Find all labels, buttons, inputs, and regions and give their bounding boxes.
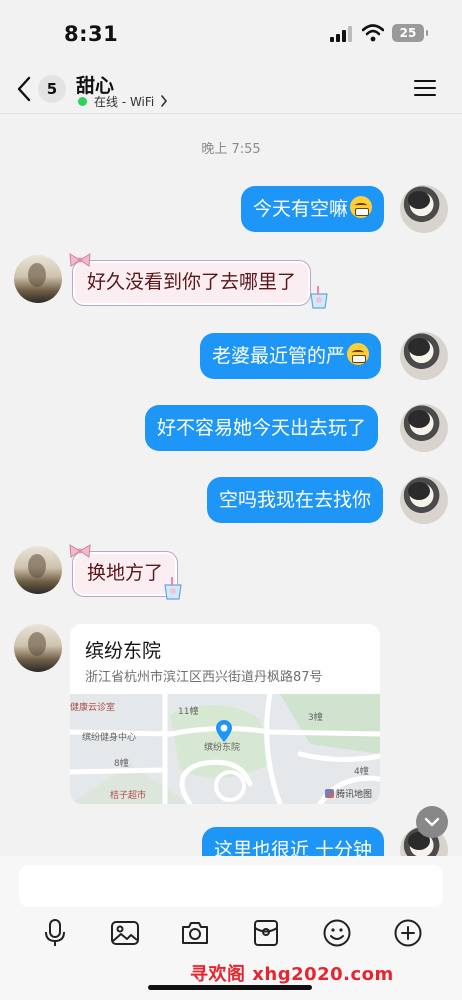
- outgoing-message-bubble[interactable]: 老婆最近管的严: [200, 333, 382, 379]
- message-text: 好不容易她今天出去玩了: [157, 417, 367, 439]
- menu-icon[interactable]: [414, 78, 436, 98]
- emoji-icon[interactable]: [322, 918, 352, 948]
- bow-decoration-icon: [69, 544, 91, 558]
- contact-avatar[interactable]: [14, 255, 62, 303]
- my-avatar[interactable]: [400, 332, 448, 380]
- bow-decoration-icon: [69, 253, 91, 267]
- location-pin-icon: [216, 720, 232, 742]
- map-label: 3幢: [308, 713, 323, 723]
- scroll-to-bottom-button[interactable]: [416, 806, 448, 838]
- location-map[interactable]: 健康云诊室 11幢 3幢 缤纷健身中心 缤纷东院 8幢 4幢 桔子超市 腾讯地图: [70, 691, 380, 804]
- map-label: 健康云诊室: [70, 703, 116, 713]
- outgoing-message-bubble[interactable]: 今天有空嘛: [241, 186, 385, 232]
- map-label: 11幢: [178, 707, 199, 717]
- location-name: 缤纷东院: [85, 640, 162, 662]
- message-timestamp: 晚上 7:55: [201, 142, 261, 157]
- location-card[interactable]: 缤纷东院 浙江省杭州市滨江区西兴街道丹枫路87号 健康云诊室 11幢 3幢 缤纷…: [70, 624, 380, 804]
- message-text: 好久没看到你了去哪里了: [87, 271, 297, 293]
- message-text: 换地方了: [87, 562, 164, 584]
- unread-badge[interactable]: 5: [38, 75, 66, 103]
- outgoing-message-bubble[interactable]: 好不容易她今天出去玩了: [145, 405, 379, 451]
- wifi-icon: [362, 24, 384, 42]
- map-brand-label: 腾讯地图: [335, 790, 372, 800]
- my-avatar[interactable]: [400, 404, 448, 452]
- message-input[interactable]: [19, 865, 443, 907]
- online-status[interactable]: 在线 - WiFi: [94, 93, 154, 110]
- contact-avatar[interactable]: [14, 546, 62, 594]
- back-icon[interactable]: [14, 74, 34, 104]
- plus-icon[interactable]: [393, 918, 423, 948]
- camera-icon[interactable]: [180, 918, 210, 948]
- online-status-dot: [78, 97, 87, 106]
- grin-emoji-icon: [350, 196, 373, 218]
- battery-icon: 25: [392, 24, 428, 42]
- location-address: 浙江省杭州市滨江区西兴街道丹枫路87号: [85, 670, 323, 685]
- drink-decoration-icon: [164, 577, 182, 600]
- my-avatar[interactable]: [400, 476, 448, 524]
- home-indicator: [148, 985, 312, 990]
- message-text: 今天有空嘛: [253, 198, 349, 220]
- map-label: 缤纷健身中心: [82, 733, 137, 743]
- outgoing-message-bubble[interactable]: 空吗我现在去找你: [207, 477, 384, 523]
- battery-level: 25: [399, 26, 417, 40]
- chevron-down-icon: [424, 817, 440, 827]
- map-label: 4幢: [354, 767, 369, 777]
- red-packet-icon[interactable]: [251, 918, 281, 948]
- chevron-right-icon[interactable]: [160, 94, 168, 108]
- drink-decoration-icon: [310, 286, 328, 309]
- status-time: 8:31: [64, 22, 119, 46]
- map-label: 8幢: [114, 759, 129, 769]
- message-text: 空吗我现在去找你: [219, 489, 372, 511]
- smirk-emoji-icon: [347, 343, 370, 365]
- contact-avatar[interactable]: [14, 624, 62, 672]
- microphone-icon[interactable]: [40, 918, 70, 948]
- my-avatar[interactable]: [400, 185, 448, 233]
- signal-icon: [330, 26, 352, 42]
- watermark: 寻欢阁 xhg2020.com: [190, 964, 394, 985]
- status-bar: 8:31 25: [0, 0, 462, 66]
- image-icon[interactable]: [110, 918, 140, 948]
- incoming-message-bubble[interactable]: 好久没看到你了去哪里了: [72, 260, 312, 306]
- message-text: 老婆最近管的严: [212, 345, 346, 367]
- map-brand: 腾讯地图: [324, 787, 372, 800]
- map-brand-icon: [324, 789, 334, 798]
- chat-header: 5 甜心 在线 - WiFi: [0, 66, 462, 114]
- map-label: 桔子超市: [110, 791, 147, 801]
